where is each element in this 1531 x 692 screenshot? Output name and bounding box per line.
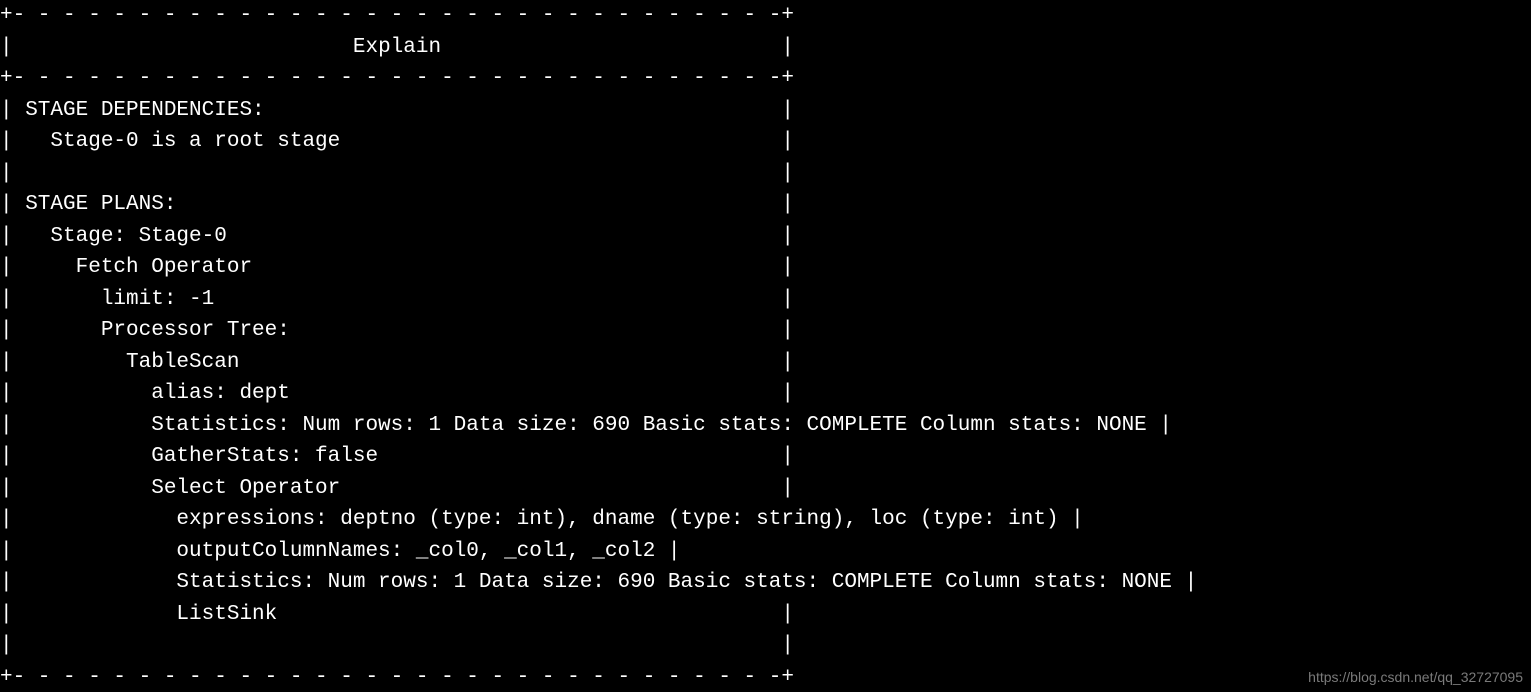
plan-row: | TableScan | [0,351,794,374]
plan-row: | Statistics: Num rows: 1 Data size: 690… [0,571,1197,594]
watermark-text: https://blog.csdn.net/qq_32727095 [1308,667,1523,688]
table-bottom-border: +- - - - - - - - - - - - - - - - - - - -… [0,666,794,689]
plan-row: | | [0,162,794,185]
plan-row: | Stage-0 is a root stage | [0,130,794,153]
table-mid-border: +- - - - - - - - - - - - - - - - - - - -… [0,67,794,90]
plan-row: | outputColumnNames: _col0, _col1, _col2… [0,540,681,563]
plan-row: | limit: -1 | [0,288,794,311]
table-header-label: Explain [353,36,441,59]
plan-row: | Fetch Operator | [0,256,794,279]
plan-row: | Processor Tree: | [0,319,794,342]
plan-row: | expressions: deptno (type: int), dname… [0,508,1084,531]
plan-row: | STAGE DEPENDENCIES: | [0,99,794,122]
plan-row: | Select Operator | [0,477,794,500]
plan-row: | STAGE PLANS: | [0,193,794,216]
plan-row: | Statistics: Num rows: 1 Data size: 690… [0,414,1172,437]
plan-row: | Stage: Stage-0 | [0,225,794,248]
table-top-border: +- - - - - - - - - - - - - - - - - - - -… [0,4,794,27]
plan-row: | ListSink | [0,603,794,626]
plan-row: | GatherStats: false | [0,445,794,468]
table-header-row: | Explain | [0,36,794,59]
terminal-output: +- - - - - - - - - - - - - - - - - - - -… [0,0,1531,692]
plan-row: | alias: dept | [0,382,794,405]
plan-row: | | [0,634,794,657]
